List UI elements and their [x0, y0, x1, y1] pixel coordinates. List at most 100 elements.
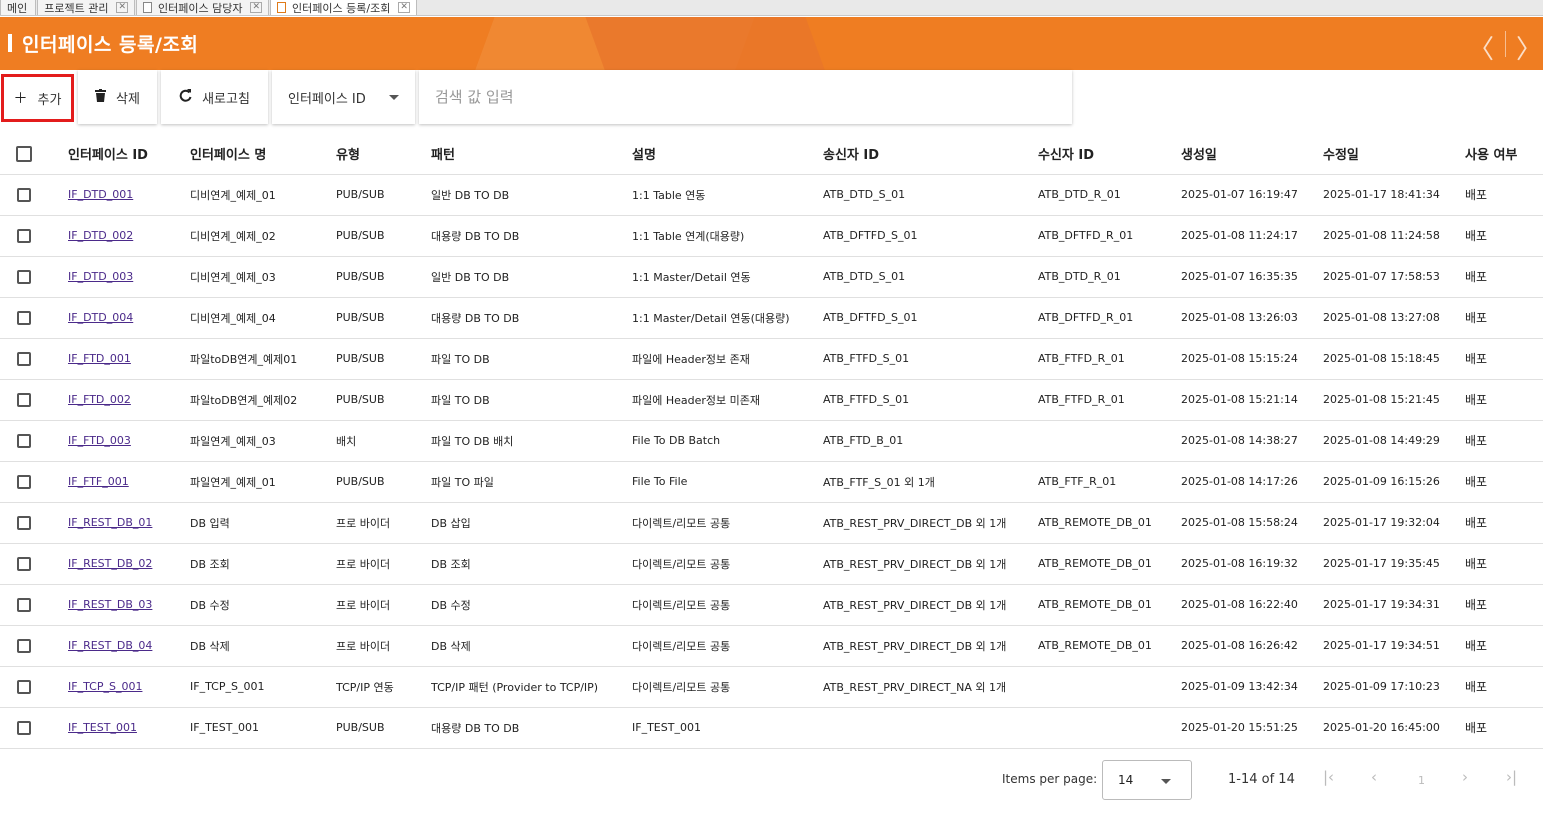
table-row[interactable]: IF_FTD_001 파일toDB연계_예제01 PUB/SUB 파일 TO DB 파일…	[0, 338, 1543, 380]
dropdown-arrow-icon	[1161, 779, 1171, 784]
chevron-right-icon[interactable]: 〉	[1516, 29, 1542, 66]
next-page-icon[interactable]: ›	[1462, 768, 1468, 786]
row-checkbox[interactable]	[17, 228, 31, 243]
interface-id-link[interactable]: IF_FTD_002	[68, 393, 131, 406]
tab-1[interactable]: 프로젝트 관리 ✕	[37, 0, 136, 15]
table-cell: 2025-01-08 15:58:24	[1181, 502, 1323, 544]
table-cell: ATB_REST_PRV_DIRECT_DB 외 1개	[823, 625, 1038, 667]
interface-table: 인터페이스 ID 인터페이스 명 유형 패턴 설명 송신자 ID 수신자 ID 생성일 수정일 사…	[0, 134, 1543, 749]
interface-id-link[interactable]: IF_FTD_001	[68, 352, 131, 365]
table-cell: IF_REST_DB_03	[68, 584, 190, 626]
interface-id-link[interactable]: IF_REST_DB_02	[68, 557, 152, 570]
search-field-select[interactable]: 인터페이스 ID	[272, 70, 415, 124]
tab-3[interactable]: 인터페이스 등록/조회 ✕	[270, 0, 417, 15]
table-row[interactable]: IF_DTD_003 디비연계_예제_03 PUB/SUB 일반 DB TO DB 1:…	[0, 256, 1543, 298]
refresh-button[interactable]: 새로고침	[161, 70, 268, 124]
close-icon[interactable]: ✕	[116, 2, 129, 13]
chevron-left-icon[interactable]: 〈	[1468, 29, 1494, 66]
interface-id-link[interactable]: IF_FTF_001	[68, 475, 129, 488]
table-cell: 2025-01-08 11:24:58	[1323, 215, 1465, 257]
close-icon[interactable]: ✕	[398, 2, 410, 13]
table-row[interactable]: IF_DTD_001 디비연계_예제_01 PUB/SUB 일반 DB TO DB 1:…	[0, 174, 1543, 216]
table-cell: ATB_DFTFD_S_01	[823, 297, 1038, 339]
plus-icon: ＋	[13, 91, 28, 107]
row-checkbox[interactable]	[17, 392, 31, 407]
first-page-icon[interactable]: |‹	[1323, 768, 1334, 786]
table-cell	[1038, 666, 1181, 708]
table-cell: 다이렉트/리모트 공통	[632, 666, 823, 708]
table-cell: ATB_DTD_R_01	[1038, 256, 1181, 298]
table-row[interactable]: IF_FTF_001 파일연계_예제_01 PUB/SUB 파일 TO 파일 File …	[0, 461, 1543, 503]
items-per-page-select[interactable]: 14	[1102, 760, 1192, 800]
table-cell: IF_DTD_003	[68, 256, 190, 298]
table-cell: 2025-01-17 19:34:31	[1323, 584, 1465, 626]
search-input[interactable]	[435, 88, 1035, 106]
table-row[interactable]: IF_DTD_002 디비연계_예제_02 PUB/SUB 대용량 DB TO DB 1…	[0, 215, 1543, 257]
table-row[interactable]: IF_DTD_004 디비연계_예제_04 PUB/SUB 대용량 DB TO DB 1…	[0, 297, 1543, 339]
row-checkbox[interactable]	[17, 269, 31, 284]
table-cell: 2025-01-20 15:51:25	[1181, 707, 1323, 749]
tab-label: 프로젝트 관리	[44, 1, 109, 15]
column-header: 수정일	[1323, 134, 1465, 175]
table-cell: DB 삭제	[190, 625, 336, 667]
interface-id-link[interactable]: IF_DTD_002	[68, 229, 133, 242]
table-row[interactable]: IF_TEST_001 IF_TEST_001 PUB/SUB 대용량 DB TO D…	[0, 707, 1543, 749]
select-all-checkbox[interactable]	[16, 145, 32, 162]
row-checkbox[interactable]	[17, 638, 31, 653]
row-checkbox[interactable]	[17, 310, 31, 325]
interface-id-link[interactable]: IF_DTD_003	[68, 270, 133, 283]
table-row[interactable]: IF_FTD_003 파일연계_예제_03 배치 파일 TO DB 배치 File To…	[0, 420, 1543, 462]
interface-id-link[interactable]: IF_DTD_001	[68, 188, 133, 201]
table-cell: 대용량 DB TO DB	[431, 215, 632, 257]
row-checkbox[interactable]	[17, 679, 31, 694]
table-cell: ATB_FTD_B_01	[823, 420, 1038, 462]
row-checkbox[interactable]	[17, 515, 31, 530]
table-cell: 일반 DB TO DB	[431, 174, 632, 216]
row-checkbox[interactable]	[17, 433, 31, 448]
table-row[interactable]: IF_FTD_002 파일toDB연계_예제02 PUB/SUB 파일 TO DB 파일…	[0, 379, 1543, 421]
column-header: 패턴	[431, 134, 632, 175]
tab-2[interactable]: 인터페이스 담당자 ✕	[136, 0, 270, 15]
close-icon[interactable]: ✕	[250, 2, 263, 13]
tab-0[interactable]: 메인	[0, 0, 37, 15]
row-checkbox[interactable]	[17, 187, 31, 202]
interface-id-link[interactable]: IF_FTD_003	[68, 434, 131, 447]
toolbar: ＋ 추가 삭제 새로고침 인터페이스 ID	[0, 70, 1076, 124]
table-row[interactable]: IF_REST_DB_01 DB 입력 프로 바이더 DB 삽입 다이렉트/리모트 공통…	[0, 502, 1543, 544]
row-checkbox[interactable]	[17, 556, 31, 571]
table-cell	[1038, 707, 1181, 749]
page-header: 인터페이스 등록/조회 〈 〉	[0, 17, 1543, 70]
interface-id-link[interactable]: IF_REST_DB_01	[68, 516, 152, 529]
table-cell: 배포	[1465, 543, 1543, 585]
table-row[interactable]: IF_REST_DB_03 DB 수정 프로 바이더 DB 수정 다이렉트/리모트 공통…	[0, 584, 1543, 626]
last-page-icon[interactable]: ›|	[1506, 768, 1517, 786]
interface-id-link[interactable]: IF_REST_DB_03	[68, 598, 152, 611]
table-cell: 배포	[1465, 420, 1543, 462]
column-header: 생성일	[1181, 134, 1323, 175]
table-cell: IF_TEST_001	[632, 707, 823, 749]
add-button[interactable]: ＋ 추가	[1, 74, 74, 122]
table-row[interactable]: IF_TCP_S_001 IF_TCP_S_001 TCP/IP 연동 TCP/IP …	[0, 666, 1543, 708]
table-row[interactable]: IF_REST_DB_04 DB 삭제 프로 바이더 DB 삭제 다이렉트/리모트 공통…	[0, 625, 1543, 667]
delete-button[interactable]: 삭제	[78, 70, 157, 124]
previous-page-icon[interactable]: ‹	[1371, 768, 1377, 786]
row-checkbox[interactable]	[17, 474, 31, 489]
delete-button-label: 삭제	[116, 91, 140, 107]
table-cell: IF_TCP_S_001	[68, 666, 190, 708]
interface-id-link[interactable]: IF_TCP_S_001	[68, 680, 142, 693]
interface-id-link[interactable]: IF_REST_DB_04	[68, 639, 152, 652]
row-checkbox[interactable]	[17, 597, 31, 612]
table-cell: ATB_DTD_S_01	[823, 256, 1038, 298]
table-cell: 배포	[1465, 666, 1543, 708]
table-cell: 프로 바이더	[336, 625, 431, 667]
table-cell: 2025-01-07 16:19:47	[1181, 174, 1323, 216]
document-icon	[277, 2, 287, 13]
table-cell: 파일toDB연계_예제01	[190, 338, 336, 380]
interface-id-link[interactable]: IF_TEST_001	[68, 721, 137, 734]
row-checkbox[interactable]	[17, 720, 31, 735]
table-row[interactable]: IF_REST_DB_02 DB 조회 프로 바이더 DB 조회 다이렉트/리모트 공통…	[0, 543, 1543, 585]
table-cell: 파일 TO 파일	[431, 461, 632, 503]
row-checkbox[interactable]	[17, 351, 31, 366]
table-cell: PUB/SUB	[336, 215, 431, 257]
interface-id-link[interactable]: IF_DTD_004	[68, 311, 133, 324]
